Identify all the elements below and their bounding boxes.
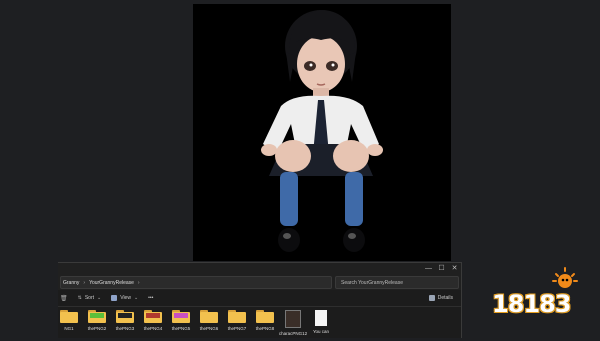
sun-icon [552, 267, 578, 288]
file-item[interactable]: You can [310, 310, 332, 334]
folder-icon [228, 310, 246, 323]
image-preview [193, 4, 451, 261]
file-label: thePNG7 [227, 326, 247, 331]
more-options-button[interactable]: ••• [148, 295, 153, 301]
file-label: characPNG12 [278, 331, 308, 336]
file-item[interactable]: thePNG3 [114, 310, 136, 331]
file-item[interactable]: thePNG8 [254, 310, 276, 331]
folder-icon [144, 310, 162, 323]
folder-icon [88, 310, 106, 323]
logo-text: 18183 [492, 290, 571, 318]
title-bar: — ☐ ✕ [58, 263, 461, 275]
file-item[interactable]: thePNG6 [198, 310, 220, 331]
file-label: thePNG3 [115, 326, 135, 331]
file-list: NG1 thePNG2 thePNG3 thePNG4 thePNG5 thePNG6 th… [58, 307, 461, 341]
folder-icon [200, 310, 218, 323]
file-item[interactable]: characPNG12 [278, 310, 308, 336]
view-button[interactable]: View ⌄ [111, 295, 138, 301]
file-label: You can [312, 329, 330, 334]
file-label: thePNG5 [171, 326, 191, 331]
sort-label: Sort [84, 295, 94, 301]
command-bar: 🗑 ⇅ Sort ⌄ View ⌄ ••• Details [58, 290, 461, 307]
folder-icon [256, 310, 274, 323]
view-label: View [120, 295, 131, 301]
address-bar: Granny › YourGrannyRelease › Search Your… [58, 275, 461, 290]
document-icon [315, 310, 327, 326]
folder-icon [172, 310, 190, 323]
file-label: thePNG2 [87, 326, 107, 331]
breadcrumb-item-release[interactable]: YourGrannyRelease [89, 280, 134, 286]
maximize-button[interactable]: ☐ [435, 263, 448, 275]
folder-icon [60, 310, 78, 323]
search-input[interactable]: Search YourGrannyRelease [335, 276, 459, 289]
delete-button[interactable]: 🗑 [60, 295, 68, 302]
chevron-down-icon: ⌄ [97, 295, 102, 301]
file-item[interactable]: thePNG2 [86, 310, 108, 331]
folder-icon [116, 310, 134, 323]
file-label: NG1 [64, 326, 74, 331]
details-pane-icon [428, 295, 435, 301]
details-button[interactable]: Details [428, 295, 453, 301]
file-item[interactable]: thePNG5 [170, 310, 192, 331]
details-label: Details [437, 295, 453, 301]
file-explorer-window: — ☐ ✕ Granny › YourGrannyRelease › Searc… [58, 262, 462, 338]
file-item[interactable]: thePNG4 [142, 310, 164, 331]
file-item[interactable]: thePNG7 [226, 310, 248, 331]
breadcrumb[interactable]: Granny › YourGrannyRelease › [60, 276, 332, 289]
trash-icon: 🗑 [60, 295, 68, 302]
chevron-down-icon: ⌄ [133, 295, 139, 301]
chevron-right-icon[interactable]: › [138, 280, 140, 286]
minimize-button[interactable]: — [422, 263, 435, 275]
file-label: thePNG4 [143, 326, 163, 331]
site-logo: 18183 [492, 266, 588, 326]
breadcrumb-item-granny[interactable]: Granny [63, 280, 79, 286]
chevron-right-icon: › [83, 279, 86, 286]
file-label: thePNG8 [255, 326, 275, 331]
sort-button[interactable]: ⇅ Sort ⌄ [78, 295, 102, 301]
view-icon [111, 295, 118, 301]
file-item[interactable]: NG1 [58, 310, 80, 331]
sort-icon: ⇅ [77, 295, 82, 301]
file-label: thePNG6 [199, 326, 219, 331]
close-button[interactable]: ✕ [448, 263, 461, 275]
image-thumbnail-icon [285, 310, 301, 328]
character-image [193, 4, 451, 261]
